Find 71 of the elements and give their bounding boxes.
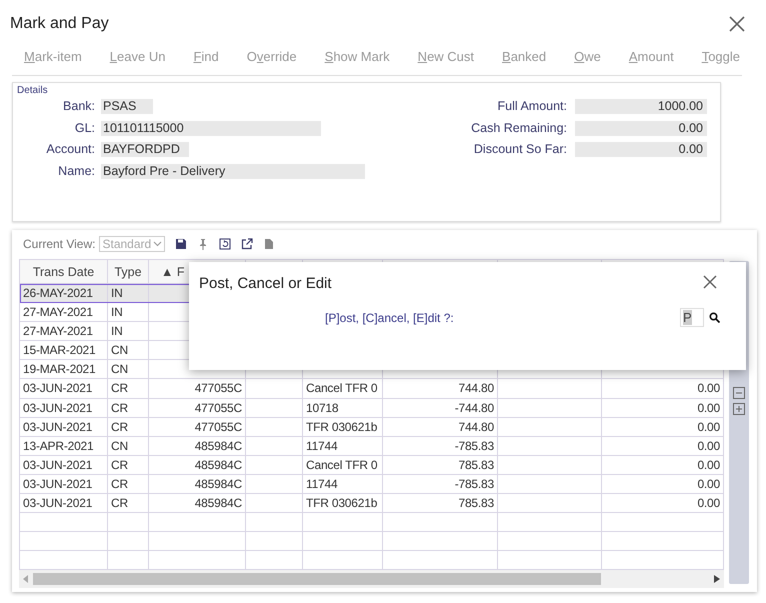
field-label: Discount So Far:	[472, 141, 567, 158]
table-cell: 477055C	[149, 418, 246, 437]
table-cell: 03-JUN-2021	[20, 456, 108, 475]
table-cell: 485984C	[149, 474, 246, 494]
field-label: Bank:	[62, 98, 95, 115]
table-cell: 785.83	[383, 456, 498, 475]
details-title: Details	[17, 85, 49, 96]
table-cell: IN	[108, 303, 149, 322]
field-value: 0.00	[575, 142, 707, 157]
table-cell: 744.80	[383, 418, 498, 437]
table-cell: 0.00	[602, 436, 724, 456]
field-label: Account:	[45, 141, 95, 158]
table-cell: TFR 030621b	[303, 494, 383, 514]
table-cell: 03-JUN-2021	[20, 418, 108, 437]
table-cell: -785.83	[383, 436, 498, 456]
table-cell: Cancel TFR 0	[303, 379, 383, 399]
table-cell: 03-JUN-2021	[20, 398, 108, 418]
table-cell: 785.83	[383, 494, 498, 514]
table-cell: Cancel TFR 0	[303, 456, 383, 475]
field-label: GL:	[74, 120, 95, 136]
table-cell: CR	[108, 456, 149, 475]
table-cell: 744.80	[383, 379, 498, 399]
window-title: Mark and Pay	[10, 15, 109, 33]
table-cell: 13-APR-2021	[20, 436, 108, 456]
table-cell: 26-MAY-2021	[20, 284, 108, 304]
table-cell: 03-JUN-2021	[20, 474, 108, 494]
table-cell: CR	[108, 398, 149, 418]
field-label: Name:	[57, 162, 95, 180]
dialog-title: Post, Cancel or Edit	[199, 274, 332, 292]
table-cell: 0.00	[602, 418, 724, 437]
table-cell: CN	[108, 360, 149, 380]
table-cell: 477055C	[149, 379, 246, 399]
table-cell: CR	[108, 474, 149, 494]
table-cell: 27-MAY-2021	[20, 303, 108, 322]
table-cell: CN	[108, 341, 149, 360]
field-label: Full Amount:	[496, 98, 567, 115]
table-cell: 485984C	[149, 494, 246, 514]
table-cell: 485984C	[149, 436, 246, 456]
table-cell: IN	[108, 322, 149, 342]
field-label: Cash Remaining:	[470, 120, 567, 137]
field-value: 1000.00	[575, 99, 707, 114]
table-cell: 15-MAR-2021	[20, 341, 108, 360]
field-value: 0.00	[575, 120, 707, 136]
table-cell: 11744	[303, 474, 383, 494]
table-cell: 27-MAY-2021	[20, 322, 108, 342]
field-value: PSAS	[101, 99, 153, 114]
field-value: Bayford Pre - Delivery	[101, 164, 365, 178]
table-cell: CN	[108, 436, 149, 456]
field-value: 101101115000	[101, 120, 321, 136]
table-cell: 485984C	[149, 456, 246, 475]
table-cell: 03-JUN-2021	[20, 379, 108, 399]
table-cell: 0.00	[602, 474, 724, 494]
field-value: BAYFORDPD	[101, 142, 189, 157]
table-cell: 0.00	[602, 494, 724, 514]
table-cell: 0.00	[602, 379, 724, 399]
current-view-label: Current View:	[23, 237, 96, 251]
table-cell: CR	[108, 379, 149, 399]
table-cell: IN	[108, 284, 149, 304]
table-cell: CR	[108, 418, 149, 437]
table-cell: TFR 030621b	[303, 418, 383, 437]
prompt-label: [P]ost, [C]ancel, [E]dit ?:	[325, 310, 454, 324]
table-cell: 0.00	[602, 456, 724, 475]
table-cell: -785.83	[383, 474, 498, 494]
table-cell: 10718	[303, 398, 383, 418]
table-cell: 19-MAR-2021	[20, 360, 108, 380]
table-cell: 0.00	[602, 398, 724, 418]
table-cell: CR	[108, 494, 149, 514]
table-cell: 11744	[303, 436, 383, 456]
table-cell: -744.80	[383, 398, 498, 418]
table-cell: 03-JUN-2021	[20, 494, 108, 514]
table-cell: 477055C	[149, 398, 246, 418]
